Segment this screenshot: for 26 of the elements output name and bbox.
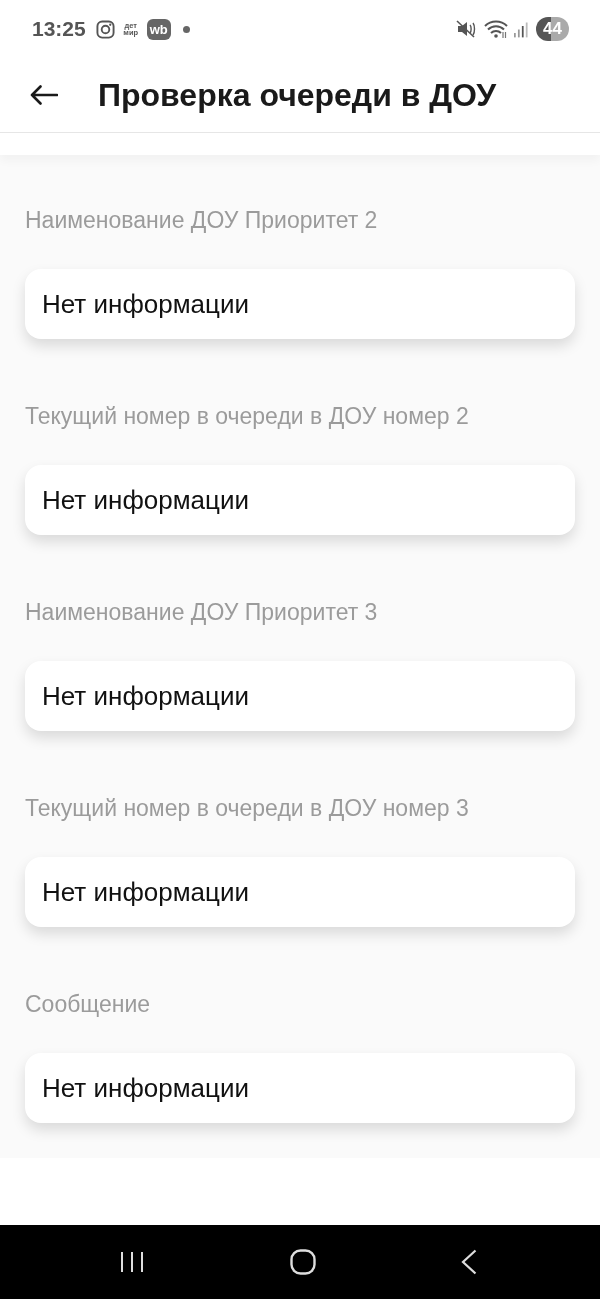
wifi-icon [484,19,509,39]
value-field: Нет информации [25,465,575,535]
field-label: Наименование ДОУ Приоритет 3 [25,599,378,625]
home-icon [289,1249,316,1275]
recent-apps-button[interactable] [120,1250,144,1274]
back-chevron-icon [461,1249,477,1275]
back-arrow-icon [30,85,58,105]
home-button[interactable] [289,1249,316,1275]
field-label: Сообщение [25,991,151,1017]
field-label: Текущий номер в очереди в ДОУ номер 3 [25,795,469,821]
notification-dot-icon [182,25,190,33]
signal-icon [514,20,529,38]
camera-app-icon [95,19,115,39]
value-field: Нет информации [25,661,575,731]
field-label: Текущий номер в очереди в ДОУ номер 2 [25,403,469,429]
back-nav-button[interactable] [461,1249,477,1275]
value-field: Нет информации [25,857,575,927]
value-field: Нет информации [25,1053,575,1123]
field-label: Наименование ДОУ Приоритет 2 [25,207,378,233]
mute-icon [456,20,477,38]
store-logo: wb [146,18,171,40]
recent-apps-icon [120,1250,144,1274]
status-time: 13:25 [32,17,86,41]
back-button[interactable] [30,85,58,105]
page-title: Проверка очереди в ДОУ [98,76,497,114]
value-field: Нет информации [25,269,575,339]
